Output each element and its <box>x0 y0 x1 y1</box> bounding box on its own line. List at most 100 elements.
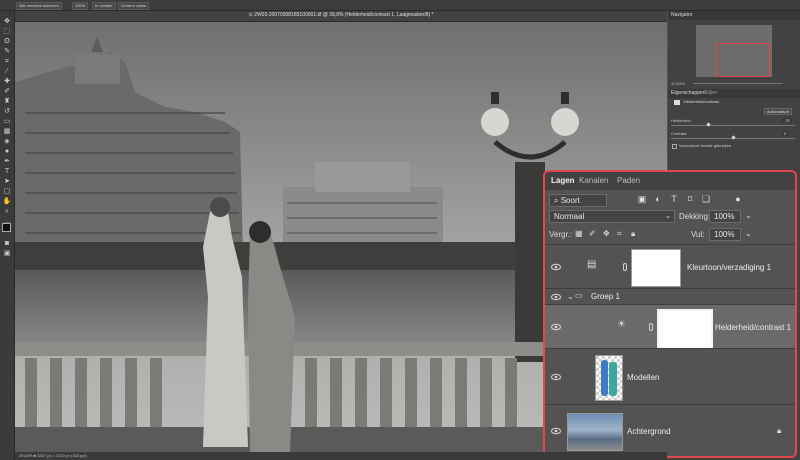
navigator-zoom-slider[interactable] <box>693 83 783 84</box>
brightness-adjustment-icon <box>674 100 680 105</box>
smartobject-filter-icon[interactable]: ❏ <box>701 194 711 204</box>
pen-tool-icon[interactable]: ✒ <box>2 157 12 166</box>
layers-panel: Lagen Kanalen Paden ⌕ Soort ▣ ◐ T ⌑ ❏ ● … <box>543 170 797 458</box>
navigator-tab[interactable]: Navigator <box>671 12 692 18</box>
chevron-down-icon: ⌄ <box>665 213 671 220</box>
path-select-tool-icon[interactable]: ➤ <box>2 177 12 186</box>
layer-thumbnail[interactable] <box>595 355 623 401</box>
contrast-slider[interactable] <box>671 135 795 140</box>
fit-window-button[interactable]: In venster <box>92 2 116 10</box>
fill-screen-button[interactable]: Scherm vullen <box>118 2 150 10</box>
eye-icon[interactable] <box>551 293 561 301</box>
layer-row-groep[interactable]: ⌄ ▭ Groep 1 <box>545 288 795 304</box>
type-tool-icon[interactable]: T <box>2 167 12 176</box>
navigator-view-box[interactable] <box>716 43 770 77</box>
eraser-tool-icon[interactable]: ▭ <box>2 117 12 126</box>
brush-tool-icon[interactable]: ✐ <box>2 87 12 96</box>
lock-icon: 🔒︎ <box>777 426 782 435</box>
layer-row-helderheid-selected[interactable]: ☀ Helderheid/contrast 1 <box>545 304 795 349</box>
layer-name[interactable]: Modellen <box>627 373 659 382</box>
brightness-slider[interactable] <box>671 122 795 127</box>
opacity-label: Dekking: <box>679 212 711 221</box>
fill-dropdown-icon[interactable]: ⌄ <box>745 229 752 238</box>
opacity-input[interactable]: 100% <box>709 210 741 223</box>
navigator-thumbnail[interactable] <box>696 25 772 77</box>
tab-lagen[interactable]: Lagen <box>551 176 575 185</box>
fill-input[interactable]: 100% <box>709 228 741 241</box>
mask-link-icon[interactable] <box>623 263 627 271</box>
folder-icon: ▭ <box>575 291 583 300</box>
tab-eigenschappen[interactable]: Eigenschappen <box>671 90 705 96</box>
blend-mode-select[interactable]: Normaal ⌄ <box>549 210 675 223</box>
lock-label: Vergr.: <box>549 230 573 239</box>
move-all-windows-checkbox[interactable]: Alle vensters schuiven <box>16 2 62 10</box>
tab-paden[interactable]: Paden <box>617 176 640 185</box>
eye-icon[interactable] <box>551 373 561 381</box>
hue-saturation-adjustment-icon: ▤ <box>587 259 597 270</box>
lock-all-icon[interactable]: 🔒︎ <box>631 229 635 239</box>
shape-filter-icon[interactable]: ⌑ <box>685 194 695 204</box>
filter-toggle-icon[interactable]: ● <box>733 194 743 204</box>
type-filter-icon[interactable]: T <box>669 194 679 204</box>
zoom-tool-icon[interactable]: ⌕ <box>2 207 12 216</box>
auto-button[interactable]: Automatisch <box>764 108 793 115</box>
history-brush-tool-icon[interactable]: ↺ <box>2 107 12 116</box>
crop-tool-icon[interactable]: ⌗ <box>2 57 12 66</box>
mask-link-icon[interactable] <box>649 323 653 331</box>
stamp-tool-icon[interactable]: ♜ <box>2 97 12 106</box>
layer-mask-thumbnail[interactable] <box>631 249 681 287</box>
gradient-tool-icon[interactable]: ▦ <box>2 127 12 136</box>
quick-select-tool-icon[interactable]: ✎ <box>2 47 12 56</box>
move-tool-icon[interactable]: ✥ <box>2 17 12 26</box>
layer-thumbnail[interactable] <box>567 413 623 451</box>
layer-name[interactable]: Helderheid/contrast 1 <box>715 323 791 332</box>
layer-row-modellen[interactable]: Modellen <box>545 348 795 404</box>
layer-mask-thumbnail[interactable] <box>657 309 713 349</box>
contrast-value[interactable]: 0 <box>782 131 789 136</box>
filter-kind-select[interactable]: ⌕ Soort <box>549 194 607 207</box>
eyedropper-tool-icon[interactable]: ⁄ <box>2 67 12 76</box>
document-tab[interactable]: ⊙ 2W03-20070308185100001.tif @ 39,8% (He… <box>15 11 667 22</box>
properties-header: Eigenschappen Stijlen <box>668 89 800 98</box>
tools-panel: ✥ ⬚ ʘ ✎ ⌗ ⁄ ✚ ✐ ♜ ↺ ▭ ▦ ◈ ● ✒ T ➤ ▢ ✋ ⌕ … <box>0 11 15 460</box>
shape-tool-icon[interactable]: ▢ <box>2 187 12 196</box>
layer-name[interactable]: Kleurtoon/verzadiging 1 <box>687 263 771 272</box>
lock-artboard-icon[interactable]: ⌗ <box>617 229 622 239</box>
fill-label: Vul: <box>691 230 705 239</box>
tab-stijlen[interactable]: Stijlen <box>704 90 718 96</box>
healing-tool-icon[interactable]: ✚ <box>2 77 12 86</box>
fill-value: 100% <box>714 230 735 239</box>
opacity-dropdown-icon[interactable]: ⌄ <box>745 211 752 220</box>
navigator-header: Navigator <box>668 11 800 20</box>
eye-icon[interactable] <box>551 263 561 271</box>
pixel-filter-icon[interactable]: ▣ <box>637 194 647 204</box>
group-expand-chevron-icon[interactable]: ⌄ <box>567 292 574 301</box>
layer-name[interactable]: Achtergrond <box>627 427 671 436</box>
filter-kind-value: Soort <box>560 196 580 205</box>
brightness-slider-handle[interactable] <box>706 122 711 127</box>
zoom-100-button[interactable]: 100% <box>72 2 89 10</box>
lock-transparent-icon[interactable]: ▦ <box>575 229 583 238</box>
marquee-tool-icon[interactable]: ⬚ <box>2 27 12 36</box>
eye-icon[interactable] <box>551 323 561 331</box>
layer-row-kleurtoon[interactable]: ▤ Kleurtoon/verzadiging 1 <box>545 244 795 288</box>
tab-kanalen[interactable]: Kanalen <box>579 176 608 185</box>
lasso-tool-icon[interactable]: ʘ <box>2 37 12 46</box>
brightness-value[interactable]: -75 <box>782 118 792 123</box>
eye-icon[interactable] <box>551 427 561 435</box>
contrast-slider-handle[interactable] <box>730 135 736 140</box>
layer-name[interactable]: Groep 1 <box>591 292 620 301</box>
navigator-zoom[interactable]: 39,83% <box>671 81 685 86</box>
legacy-checkbox[interactable] <box>672 144 677 149</box>
hand-tool-icon[interactable]: ✋ <box>2 197 12 206</box>
lock-paint-icon[interactable]: ✐ <box>589 229 596 238</box>
blur-tool-icon[interactable]: ◈ <box>2 137 12 146</box>
foreground-color-swatch[interactable] <box>2 223 11 232</box>
screen-mode-icon[interactable]: ▣ <box>2 249 12 258</box>
quick-mask-icon[interactable]: ◙ <box>2 239 12 248</box>
adjustment-filter-icon[interactable]: ◐ <box>653 194 663 204</box>
blend-mode-value: Normaal <box>554 212 585 221</box>
dodge-tool-icon[interactable]: ● <box>2 147 12 156</box>
lock-position-icon[interactable]: ✥ <box>603 229 610 238</box>
layer-row-achtergrond[interactable]: Achtergrond 🔒︎ <box>545 404 795 456</box>
